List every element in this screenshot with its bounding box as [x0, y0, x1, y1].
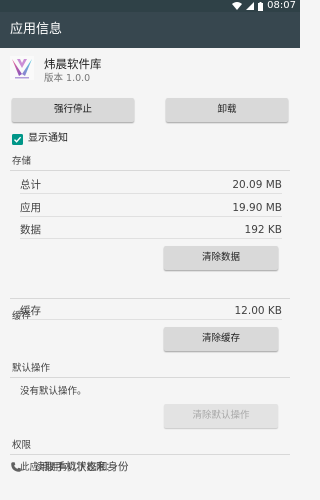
- cache-value: 12.00 KB: [234, 305, 283, 317]
- row-divider: [20, 319, 282, 320]
- divider: [10, 170, 290, 171]
- wifi-icon: [232, 2, 243, 10]
- row-divider: [20, 216, 282, 217]
- show-notifications-label: 显示通知: [28, 133, 68, 144]
- show-notifications-toggle[interactable]: 显示通知: [12, 132, 68, 146]
- status-icons: 08:07: [232, 0, 296, 12]
- status-time: 08:07: [267, 0, 296, 11]
- no-defaults-text: 没有默认操作。: [20, 386, 87, 397]
- permission-label: 读取手机状态和身份: [34, 461, 129, 473]
- divider: [10, 377, 290, 378]
- app-bar: 应用信息: [0, 12, 300, 48]
- storage-data-value: 192 KB: [244, 224, 282, 236]
- defaults-section-title: 默认操作: [12, 363, 51, 374]
- app-name: 炜晨软件库: [44, 57, 102, 71]
- storage-section-title: 存储: [12, 156, 32, 167]
- storage-app-value: 19.90 MB: [232, 202, 282, 214]
- clear-cache-button[interactable]: 清除缓存: [164, 327, 278, 351]
- cache-label: 缓存: [20, 305, 41, 317]
- app-info-content: 炜晨软件库 版本 1.0.0 强行停止 卸载 显示通知 存储 总计 20.09 …: [0, 48, 300, 500]
- uninstall-button[interactable]: 卸载: [166, 98, 288, 122]
- storage-app-label: 应用: [20, 202, 41, 214]
- page-title: 应用信息: [10, 22, 63, 37]
- app-header: 炜晨软件库 版本 1.0.0: [0, 48, 300, 94]
- permission-row[interactable]: 读取手机状态和身份: [10, 460, 129, 474]
- app-version: 版本 1.0.0: [44, 73, 91, 84]
- checkbox-checked-icon[interactable]: [12, 133, 23, 145]
- row-divider: [20, 238, 282, 239]
- storage-total-value: 20.09 MB: [232, 179, 282, 191]
- clear-defaults-button[interactable]: 清除默认操作: [164, 404, 278, 428]
- phone-icon: [11, 462, 21, 472]
- divider: [10, 454, 290, 455]
- storage-total-label: 总计: [20, 179, 41, 191]
- status-bar: 08:07: [0, 0, 300, 12]
- force-stop-button[interactable]: 强行停止: [12, 98, 134, 122]
- app-logo-icon: [10, 56, 34, 80]
- clear-data-button[interactable]: 清除数据: [164, 246, 278, 270]
- row-divider: [20, 193, 282, 194]
- battery-icon: [258, 1, 264, 11]
- divider: [10, 298, 290, 299]
- signal-icon: [246, 2, 255, 10]
- storage-data-label: 数据: [20, 224, 41, 236]
- permissions-section-title: 权限: [12, 440, 32, 451]
